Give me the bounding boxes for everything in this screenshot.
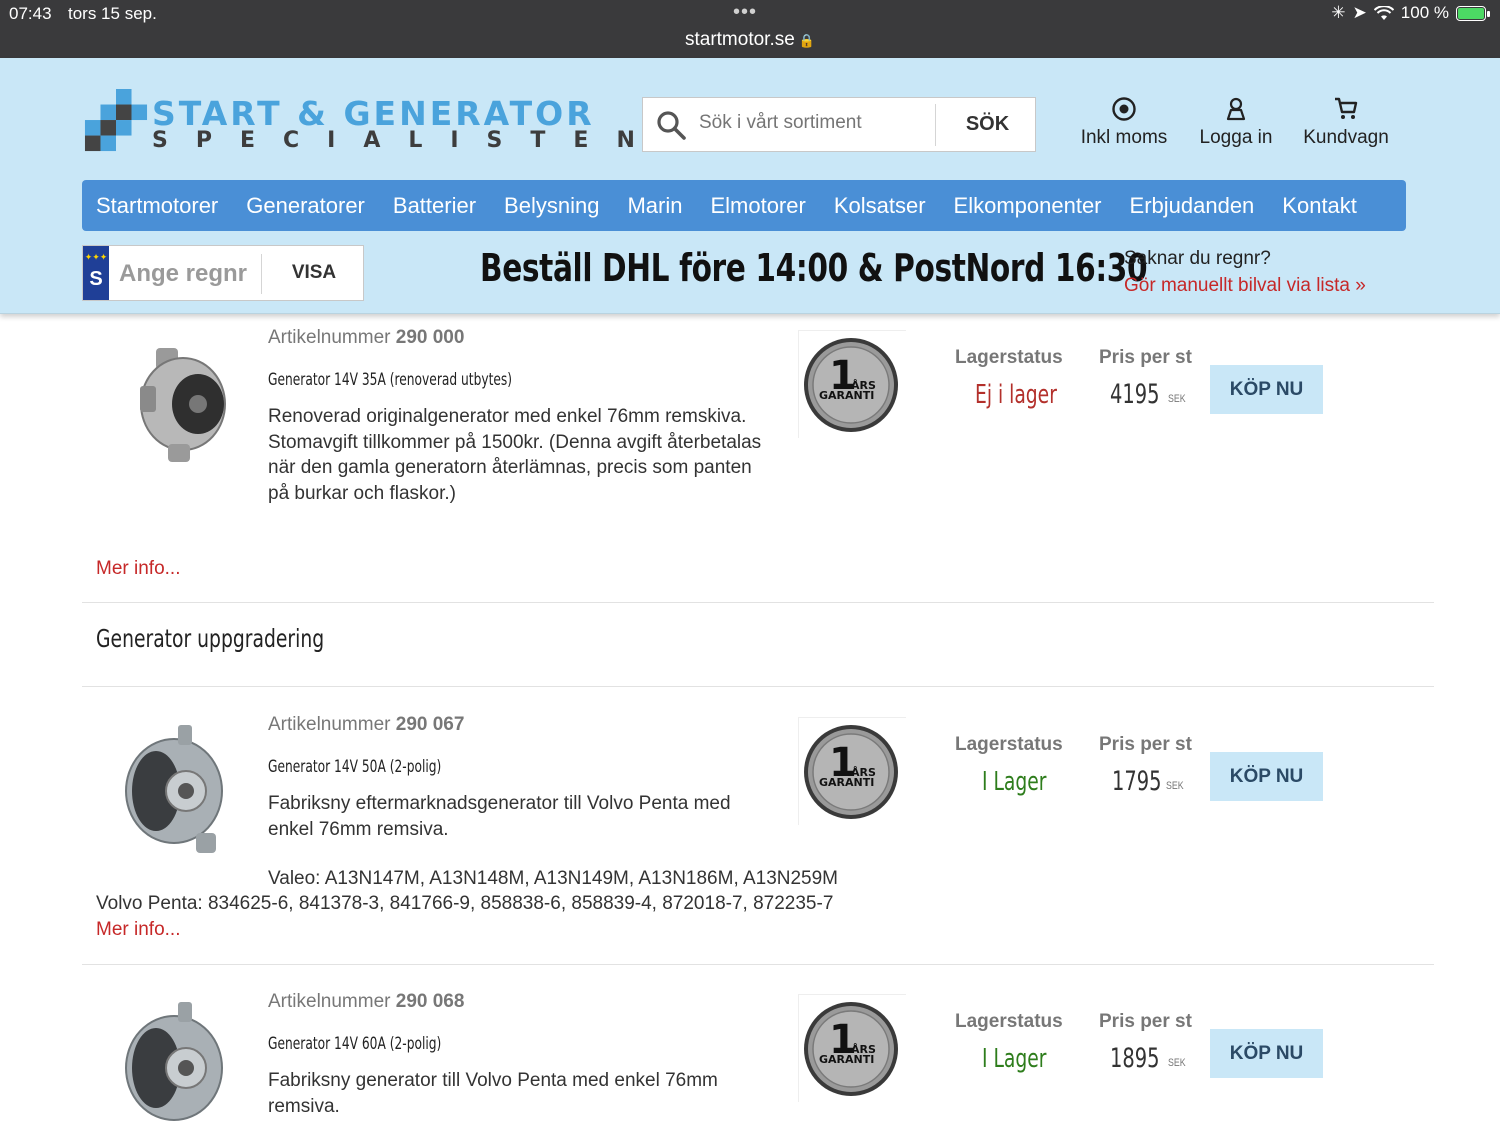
stock-label: Lagerstatus	[955, 734, 1063, 755]
login-link[interactable]: Logga in	[1194, 96, 1278, 149]
nav-marin[interactable]: Marin	[613, 180, 696, 231]
more-info-link[interactable]: Mer info...	[96, 558, 180, 580]
stock-label: Lagerstatus	[955, 347, 1063, 368]
status-time: 07:43	[9, 4, 52, 23]
shipping-banner: Beställ DHL före 14:00 & PostNord 16:30	[480, 246, 1148, 290]
status-date: tors 15 sep.	[68, 4, 157, 23]
price-value: 1895	[1110, 1043, 1160, 1074]
missing-regnr-question: Saknar du regnr?	[1124, 248, 1271, 269]
login-label: Logga in	[1199, 127, 1273, 148]
cart-label: Kundvagn	[1303, 127, 1389, 148]
warranty-seal-icon: 1 ÅRS GARANTI	[804, 725, 898, 819]
divider	[82, 964, 1434, 965]
product-description: Fabriksny eftermarknadsgenerator till Vo…	[268, 793, 731, 840]
battery-percent: 100 %	[1400, 3, 1449, 22]
generator-image[interactable]	[116, 996, 232, 1125]
product-name[interactable]: Generator 14V 35A (renoverad utbytes)	[268, 370, 512, 390]
product-card: Artikelnummer 290 067 Generator 14V 50A …	[82, 709, 1434, 959]
currency-label: SEK	[1168, 393, 1186, 405]
eu-plate-icon: ✦✦✦ S	[83, 246, 109, 300]
volvo-references: Volvo Penta: 834625-6, 841378-3, 841766-…	[96, 893, 834, 914]
valeo-references: Valeo: A13N147M, A13N148M, A13N149M, A13…	[268, 868, 839, 889]
svg-text:GARANTI: GARANTI	[819, 1053, 874, 1066]
article-number: Artikelnummer 290 067	[268, 714, 465, 735]
product-card: Artikelnummer 290 068 Generator 14V 60A …	[82, 986, 1434, 1125]
nav-batterier[interactable]: Batterier	[379, 180, 490, 231]
user-icon	[1226, 97, 1246, 121]
nav-elkomponenter[interactable]: Elkomponenter	[940, 180, 1116, 231]
vat-toggle[interactable]: Inkl moms	[1076, 96, 1172, 149]
generator-image[interactable]	[128, 336, 238, 466]
stock-status: I Lager	[982, 1044, 1047, 1074]
generator-image[interactable]	[116, 719, 232, 859]
cart-icon	[1335, 97, 1358, 119]
stock-status: I Lager	[982, 767, 1047, 797]
stock-status: Ej i lager	[975, 380, 1057, 410]
currency-label: SEK	[1166, 780, 1184, 792]
price-value: 4195	[1110, 379, 1160, 410]
warranty-seal-icon: 1 ÅRS GARANTI	[804, 338, 898, 432]
url-text: startmotor.se	[684, 29, 795, 50]
buy-now-button[interactable]: KÖP NU	[1210, 1029, 1323, 1078]
buy-now-button[interactable]: KÖP NU	[1210, 365, 1323, 414]
price-label: Pris per st	[1099, 1011, 1192, 1032]
price-label: Pris per st	[1099, 734, 1192, 755]
buy-now-button[interactable]: KÖP NU	[1210, 752, 1323, 801]
price-value: 1795	[1112, 766, 1162, 797]
product-name[interactable]: Generator 14V 60A (2-polig)	[268, 1034, 441, 1054]
manual-vehicle-select: Saknar du regnr? Gör manuellt bilval via…	[1124, 248, 1366, 297]
warranty-badge: 1 ÅRS GARANTI	[798, 330, 906, 438]
show-button[interactable]: VISA	[265, 246, 363, 300]
divider	[82, 602, 1434, 603]
loading-icon: ✳	[1331, 3, 1346, 22]
address-bar[interactable]: startmotor.se 🔒	[0, 29, 1500, 51]
stock-label: Lagerstatus	[955, 1011, 1063, 1032]
product-name[interactable]: Generator 14V 50A (2-polig)	[268, 757, 441, 777]
manual-select-link[interactable]: Gör manuellt bilval via lista »	[1124, 275, 1366, 297]
warranty-badge: 1 ÅRS GARANTI	[798, 994, 906, 1102]
nav-startmotorer[interactable]: Startmotorer	[82, 180, 232, 231]
product-card: Artikelnummer 290 000 Generator 14V 35A …	[82, 322, 1434, 592]
vat-label: Inkl moms	[1080, 127, 1168, 148]
status-bar: 07:43 tors 15 sep. ••• ✳ ➤ 100 % startmo…	[0, 0, 1500, 58]
svg-text:GARANTI: GARANTI	[819, 776, 874, 789]
nav-belysning[interactable]: Belysning	[490, 180, 613, 231]
cart-link[interactable]: Kundvagn	[1298, 96, 1394, 149]
article-number: Artikelnummer 290 068	[268, 991, 465, 1012]
product-description: Renoverad originalgenerator med enkel 76…	[268, 406, 762, 504]
nav-kontakt[interactable]: Kontakt	[1268, 180, 1371, 231]
location-arrow-icon: ➤	[1352, 3, 1367, 22]
regnr-input[interactable]: Ange regnr	[119, 260, 247, 288]
more-info-link[interactable]: Mer info...	[96, 919, 180, 941]
regnr-divider	[261, 254, 262, 294]
svg-text:GARANTI: GARANTI	[819, 389, 874, 402]
checkered-logo-icon	[84, 89, 148, 152]
search-divider	[935, 104, 936, 146]
search-button[interactable]: SÖK	[940, 98, 1035, 151]
wifi-icon	[1373, 5, 1394, 20]
currency-label: SEK	[1168, 1057, 1186, 1069]
logo-subtitle: SPECIALISTEN	[152, 128, 663, 153]
search-input[interactable]	[699, 112, 929, 134]
battery-icon	[1456, 5, 1490, 21]
warranty-badge: 1 ÅRS GARANTI	[798, 717, 906, 825]
price-label: Pris per st	[1099, 347, 1192, 368]
nav-generatorer[interactable]: Generatorer	[232, 180, 379, 231]
article-number: Artikelnummer 290 000	[268, 327, 465, 348]
regnr-box: ✦✦✦ S Ange regnr VISA	[82, 245, 364, 301]
warranty-seal-icon: 1 ÅRS GARANTI	[804, 1002, 898, 1096]
divider	[82, 686, 1434, 687]
nav-erbjudanden[interactable]: Erbjudanden	[1116, 180, 1269, 231]
lock-icon: 🔒	[798, 33, 815, 48]
section-title: Generator uppgradering	[96, 624, 325, 653]
search-icon[interactable]	[655, 109, 687, 141]
nav-kolsatser[interactable]: Kolsatser	[820, 180, 940, 231]
multitask-dots-icon[interactable]: •••	[733, 1, 757, 24]
product-description: Fabriksny generator till Volvo Penta med…	[268, 1070, 718, 1117]
search-box: SÖK	[642, 97, 1036, 152]
nav-elmotorer[interactable]: Elmotorer	[696, 180, 819, 231]
main-nav: Startmotorer Generatorer Batterier Belys…	[82, 180, 1406, 231]
radio-target-icon	[1112, 97, 1136, 121]
status-indicators: ✳ ➤ 100 %	[1331, 3, 1490, 23]
